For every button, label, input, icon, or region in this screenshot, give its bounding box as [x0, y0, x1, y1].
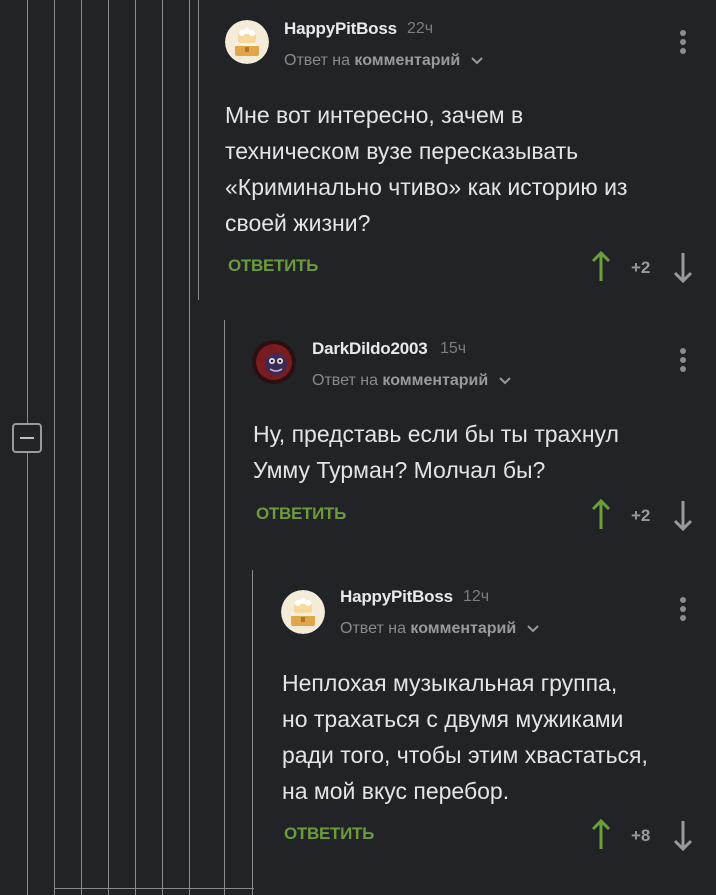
reply-button[interactable]: ОТВЕТИТЬ	[228, 256, 318, 276]
reply-button[interactable]: ОТВЕТИТЬ	[284, 824, 374, 844]
collapse-thread-button[interactable]	[12, 423, 42, 453]
vote-controls: +8	[590, 819, 700, 853]
downvote-icon[interactable]	[672, 251, 694, 283]
upvote-icon[interactable]	[590, 499, 612, 531]
reply-target: комментарий	[354, 52, 461, 69]
cake-avatar-icon	[281, 590, 325, 634]
thread-line	[189, 0, 190, 895]
thread-line	[135, 0, 136, 895]
user-avatar[interactable]	[225, 20, 269, 64]
reply-target: комментарий	[382, 372, 489, 389]
timestamp: 15ч	[440, 340, 467, 357]
username[interactable]: HappyPitBoss	[284, 19, 397, 39]
more-options-icon[interactable]	[675, 30, 691, 60]
comment-text: Мне вот интересно, зачем в техническом в…	[225, 102, 628, 236]
reply-target: комментарий	[410, 620, 517, 637]
comment-text: Ну, представь если бы ты трахнул Умму Ту…	[253, 421, 619, 483]
reply-prefix: Ответ на	[312, 372, 378, 389]
reply-prefix: Ответ на	[340, 620, 406, 637]
reply-to-link[interactable]: Ответ на комментарий	[312, 372, 511, 390]
timestamp: 22ч	[407, 20, 434, 37]
reply-to-link[interactable]: Ответ на комментарий	[284, 52, 483, 70]
timestamp: 12ч	[463, 588, 490, 605]
user-avatar[interactable]	[252, 340, 296, 384]
thread-line	[27, 453, 28, 895]
downvote-icon[interactable]	[672, 499, 694, 531]
thread-line	[108, 0, 109, 895]
chevron-down-icon	[498, 377, 511, 385]
score: +8	[631, 826, 651, 845]
username[interactable]: DarkDildo2003	[312, 339, 428, 359]
thread-line	[252, 570, 253, 895]
thread-line	[198, 0, 199, 300]
cake-avatar-icon	[225, 20, 269, 64]
reply-prefix: Ответ на	[284, 52, 350, 69]
vote-controls: +2	[590, 499, 700, 533]
chevron-down-icon	[526, 625, 539, 633]
vote-controls: +2	[590, 251, 700, 285]
thread-line	[162, 0, 163, 895]
comment-text: Неплохая музыкальная группа, но трахатьс…	[282, 670, 648, 804]
chevron-down-icon	[470, 57, 483, 65]
thread-line	[81, 0, 82, 895]
thread-line	[27, 0, 28, 423]
score: +2	[631, 506, 651, 525]
more-options-icon[interactable]	[675, 597, 691, 627]
thread-line	[224, 320, 225, 895]
upvote-icon[interactable]	[590, 251, 612, 283]
thread-line	[54, 0, 55, 895]
user-avatar[interactable]	[281, 590, 325, 634]
thread-divider	[54, 888, 254, 889]
minus-icon	[20, 437, 34, 439]
username[interactable]: HappyPitBoss	[340, 587, 453, 607]
downvote-icon[interactable]	[672, 819, 694, 851]
upvote-icon[interactable]	[590, 819, 612, 851]
more-options-icon[interactable]	[675, 348, 691, 378]
reply-to-link[interactable]: Ответ на комментарий	[340, 620, 539, 638]
reply-button[interactable]: ОТВЕТИТЬ	[256, 504, 346, 524]
dark-avatar-icon	[252, 340, 296, 384]
score: +2	[631, 258, 651, 277]
